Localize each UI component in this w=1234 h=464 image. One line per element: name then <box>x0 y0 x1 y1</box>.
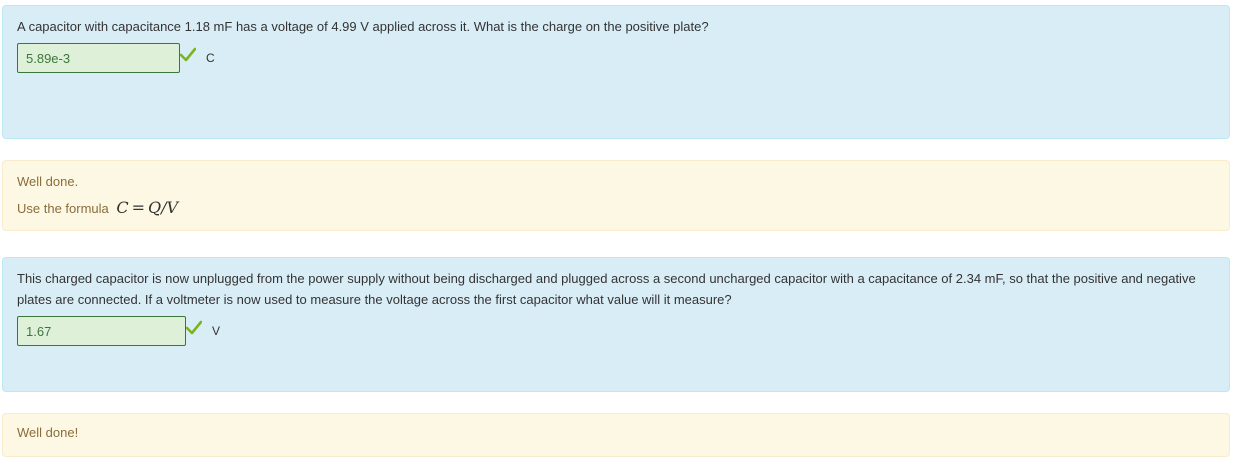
answer-input[interactable] <box>17 316 186 346</box>
answer-row: C <box>17 43 1215 73</box>
formula-equals: = <box>131 198 146 217</box>
check-icon <box>186 320 202 335</box>
formula-lhs: C <box>116 198 129 217</box>
feedback-text: Well done! <box>17 425 79 440</box>
question-panel-2: This charged capacitor is now unplugged … <box>2 257 1230 392</box>
formula-rhs: Q/V <box>148 198 179 217</box>
feedback-panel-2: Well done! <box>2 413 1230 457</box>
feedback-hint: Use the formula C = Q/V <box>17 197 1215 220</box>
feedback-text: Well done. <box>17 174 79 189</box>
feedback-panel-1: Well done. Use the formula C = Q/V <box>2 160 1230 231</box>
question-panel-1: A capacitor with capacitance 1.18 mF has… <box>2 5 1230 139</box>
question-prompt: A capacitor with capacitance 1.18 mF has… <box>17 19 709 34</box>
answer-input[interactable] <box>17 43 180 73</box>
question-prompt: This charged capacitor is now unplugged … <box>17 271 1196 307</box>
unit-label: C <box>206 51 215 65</box>
check-icon <box>180 47 196 62</box>
answer-row: V <box>17 316 1215 346</box>
unit-label: V <box>212 324 221 338</box>
hint-text: Use the formula <box>17 201 109 216</box>
formula: C = Q/V <box>116 198 178 217</box>
